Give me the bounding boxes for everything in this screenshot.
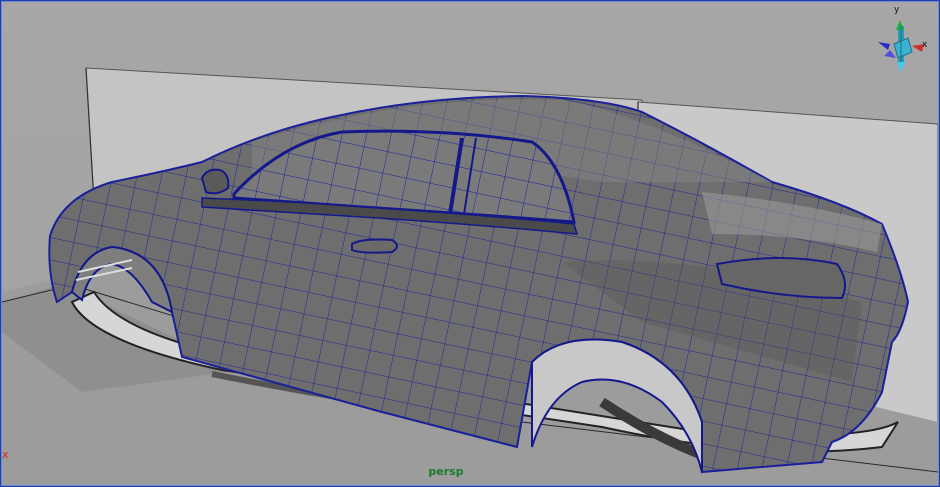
axis-label-x: x [922, 40, 928, 50]
car-door-handle [351, 238, 398, 254]
scene-canvas[interactable] [2, 2, 938, 485]
axis-label-y: y [894, 5, 900, 15]
car-side-mirror [200, 168, 230, 195]
camera-name-label: persp [428, 465, 464, 478]
corner-marker: x [2, 448, 9, 461]
perspective-viewport[interactable]: y x x persp [1, 1, 939, 486]
